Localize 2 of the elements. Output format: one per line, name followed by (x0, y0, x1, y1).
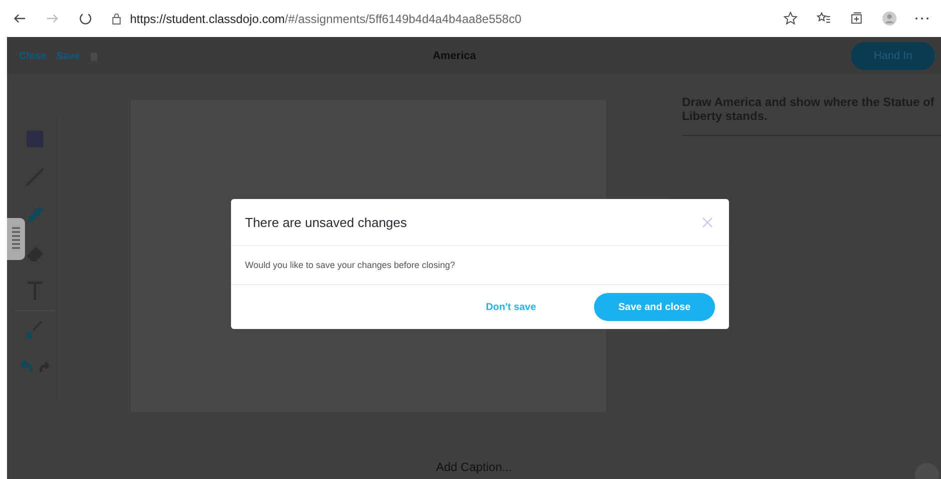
dialog-message: Would you like to save your changes before closing? (231, 246, 729, 285)
dialog-title: There are unsaved changes (245, 214, 407, 230)
